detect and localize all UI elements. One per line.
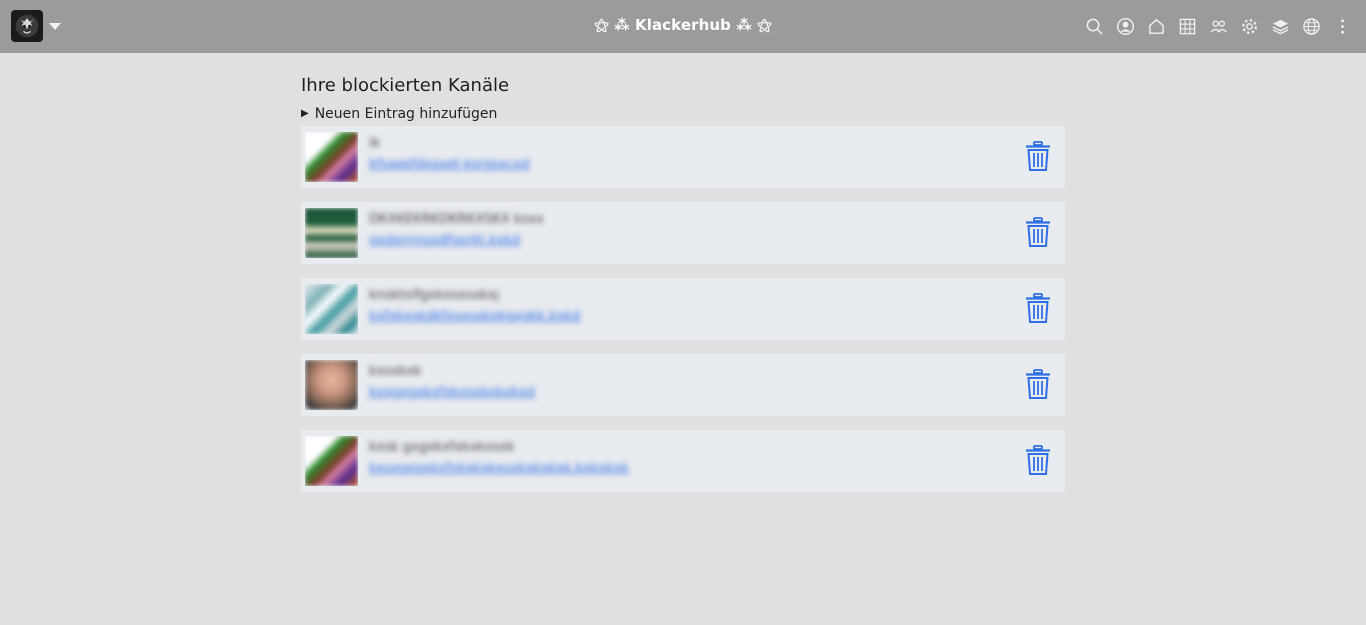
channel-avatar[interactable] [305,284,358,334]
channel-name: kxsk gxgxkxfxkxkxsxk [369,440,515,455]
channel-name: knsktxlfgxkxsxsxkxj [369,288,499,303]
channel-link[interactable]: kfsxepfdsgxet-ksrgsxcxd [369,157,529,173]
channel-meta: kxsxkxk kxxgxgxkxfxkxsxkxkxkxd [369,364,535,401]
channel-avatar[interactable] [305,360,358,410]
blocked-channel-row: kxsk gxgxkxfxkxkxsxk kxsxgxgxkxfxkxkxkxs… [301,430,1065,492]
channel-link[interactable]: kxxgxgxkxfxkxsxkxkxkxd [369,385,535,401]
channel-link[interactable]: kxsxgxgxkxfxkxkxkxsxkxkxkxk.kxkxkxk [369,461,629,477]
blocked-channel-row: DKXKEKRKDKRKXSKX ksxx gxdxrrmsxdfgxrkt.k… [301,202,1065,264]
blocked-channel-row: kxsxkxk kxxgxgxkxfxkxsxkxkxkxd [301,354,1065,416]
settings-icon[interactable] [1239,16,1259,36]
trash-icon [1026,217,1050,247]
globe-icon[interactable] [1301,16,1321,36]
delete-button[interactable] [1025,217,1051,248]
layers-icon[interactable] [1270,16,1290,36]
channel-avatar[interactable] [305,208,358,258]
channel-link[interactable]: gxdxrrmsxdfgxrkt.kxkd [369,233,544,249]
channel-name: DKXKEKRKDKRKXSKX ksxx [369,212,544,227]
trash-icon [1026,445,1050,475]
main-content: Ihre blockierten Kanäle ▶ Neuen Eintrag … [301,75,1065,506]
delete-button[interactable] [1025,445,1051,476]
top-navbar: ⚝ ⁂ Klackerhub ⁂ ⚝ [0,0,1366,53]
channel-meta: kxsk gxgxkxfxkxkxsxk kxsxgxgxkxfxkxkxkxs… [369,440,629,477]
home-icon[interactable] [1146,16,1166,36]
people-icon[interactable] [1208,16,1228,36]
delete-button[interactable] [1025,141,1051,172]
channel-link[interactable]: kxfxkxskdkfxsxsxkxkgxgkk.kxkd [369,309,580,325]
channel-avatar[interactable] [305,436,358,486]
channel-avatar[interactable] [305,132,358,182]
grid-icon[interactable] [1177,16,1197,36]
blocked-channel-row: ik kfsxepfdsgxet-ksrgsxcxd [301,126,1065,188]
page-title: Ihre blockierten Kanäle [301,75,510,96]
blocked-channel-row: knsktxlfgxkxsxsxkxj kxfxkxskdkfxsxsxkxkg… [301,278,1065,340]
search-icon[interactable] [1084,16,1104,36]
nav-icons [1073,16,1352,36]
channel-name: kxsxkxk [369,364,422,379]
blocked-channel-list: ik kfsxepfdsgxet-ksrgsxcxd DKXKEKRKDKRKX… [301,126,1065,492]
user-icon[interactable] [1115,16,1135,36]
channel-meta: DKXKEKRKDKRKXSKX ksxx gxdxrrmsxdfgxrkt.k… [369,212,544,249]
delete-button[interactable] [1025,369,1051,400]
disclosure-triangle-icon: ▶ [301,108,309,119]
channel-name: ik [369,136,381,151]
channel-meta: ik kfsxepfdsgxet-ksrgsxcxd [369,136,529,173]
delete-button[interactable] [1025,293,1051,324]
more-icon[interactable] [1332,16,1352,36]
trash-icon [1026,293,1050,323]
add-entry-toggle[interactable]: ▶ Neuen Eintrag hinzufügen [301,105,1065,123]
channel-meta: knsktxlfgxkxsxsxkxj kxfxkxskdkfxsxsxkxkg… [369,288,580,325]
add-entry-label: Neuen Eintrag hinzufügen [314,106,498,122]
trash-icon [1026,369,1050,399]
trash-icon [1026,141,1050,171]
